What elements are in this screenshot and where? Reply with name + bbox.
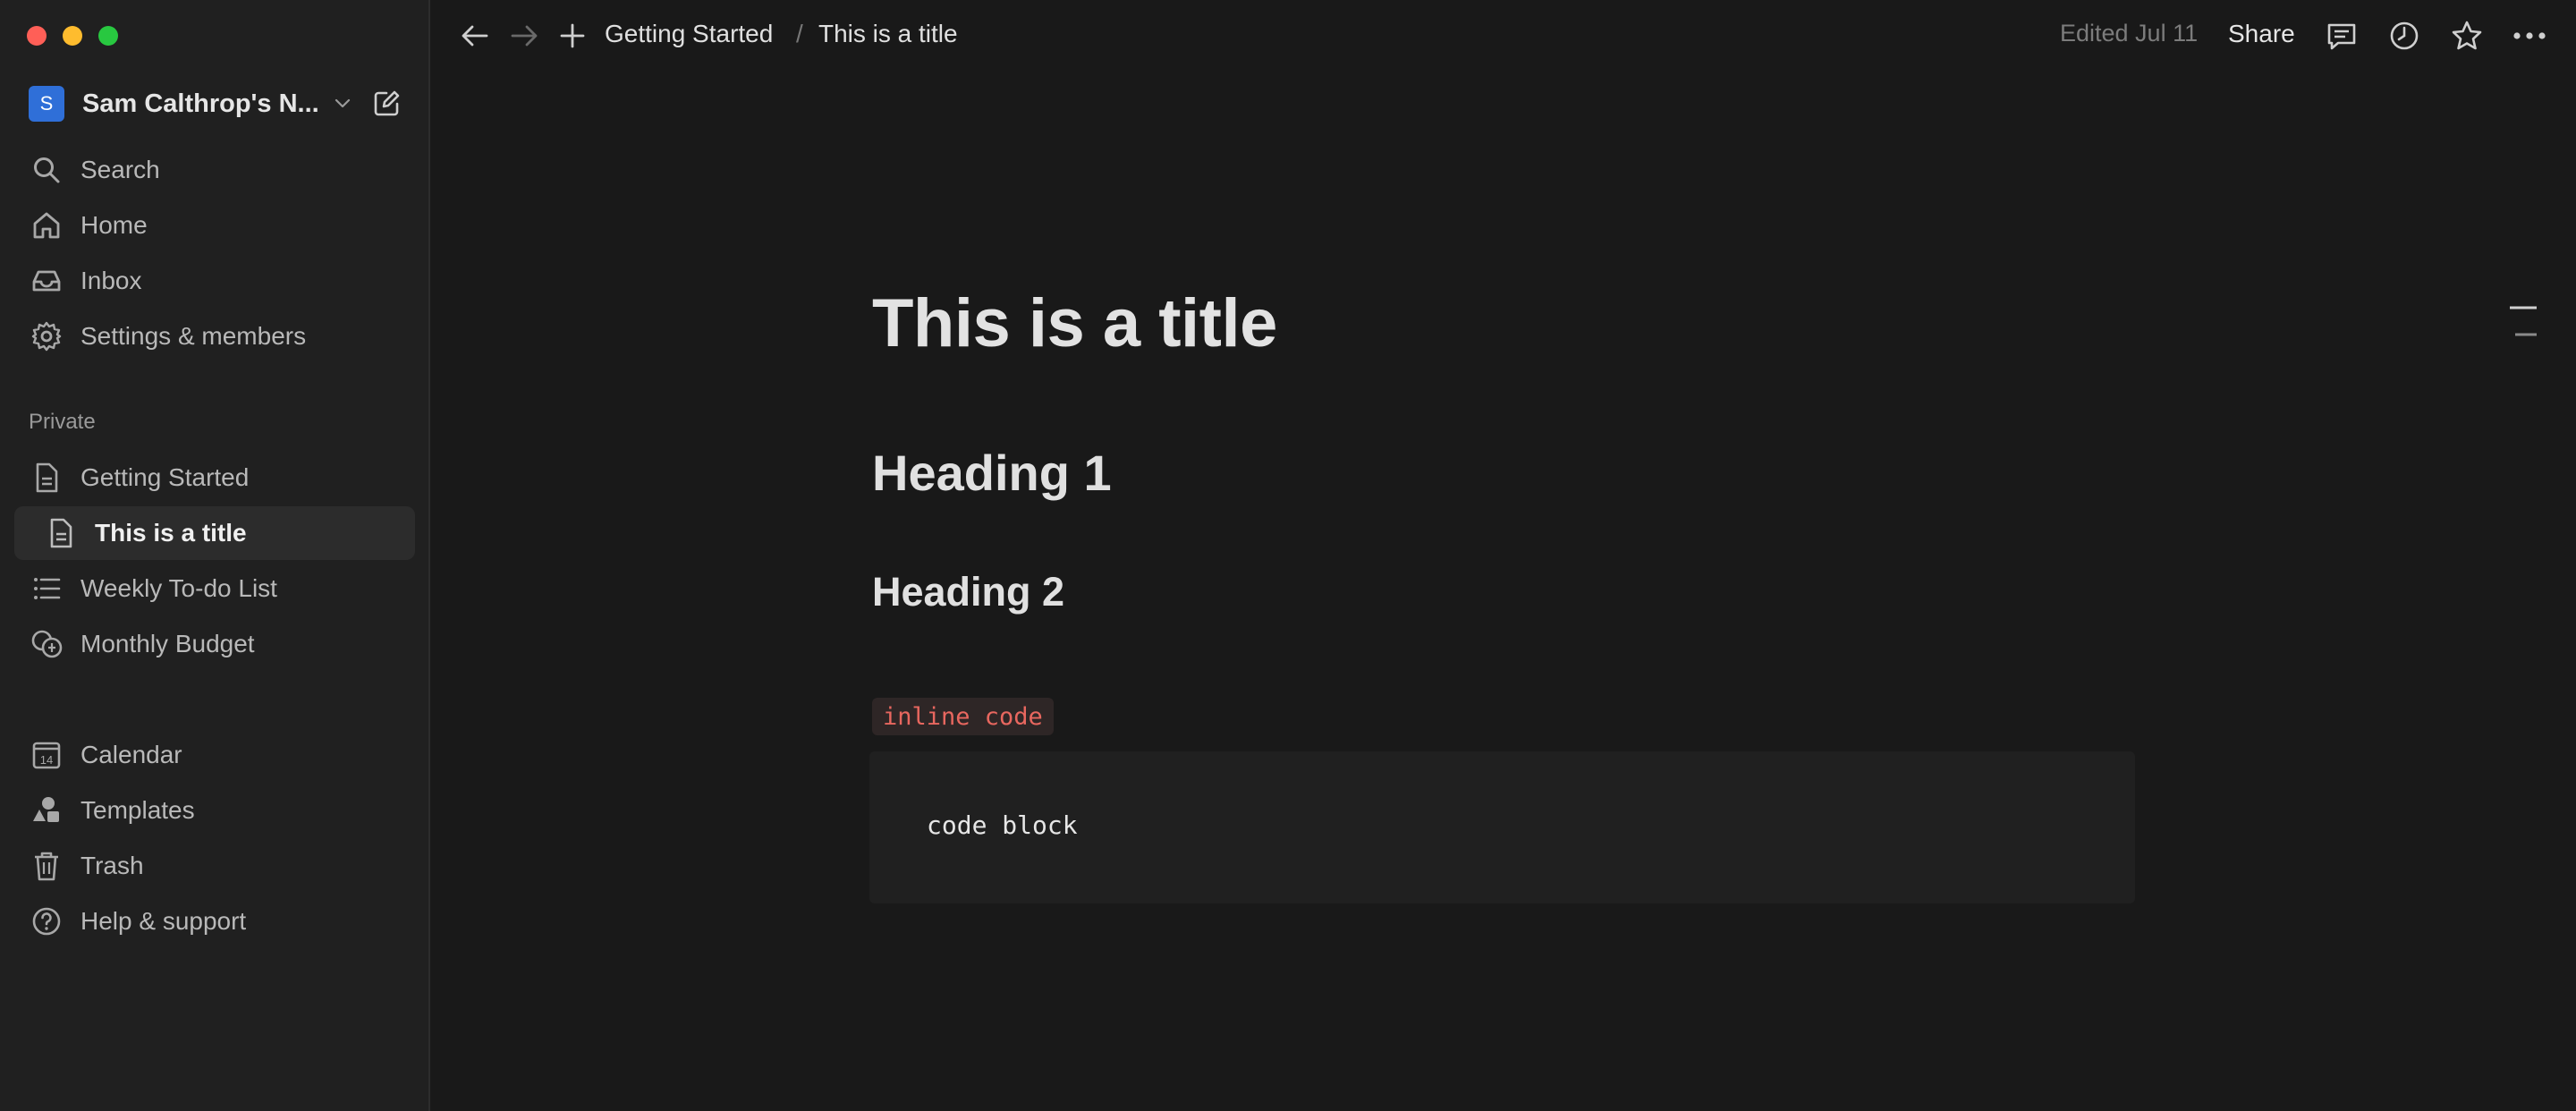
sidebar-item-settings[interactable]: Settings & members xyxy=(14,310,415,363)
table-of-contents-icon[interactable] xyxy=(2510,304,2537,340)
sidebar-item-help[interactable]: Help & support xyxy=(14,895,415,948)
star-icon[interactable] xyxy=(2449,18,2485,54)
plus-icon[interactable] xyxy=(555,18,590,54)
new-page-icon[interactable] xyxy=(369,86,404,122)
breadcrumb-separator: / xyxy=(796,20,803,47)
sidebar-item-search[interactable]: Search xyxy=(14,143,415,197)
code-block[interactable]: code block xyxy=(869,751,2135,903)
calendar-icon: 14 xyxy=(29,737,64,773)
clock-icon[interactable] xyxy=(2386,18,2422,54)
app-window: S Sam Calthrop's N... Search Home Inbox … xyxy=(0,0,2576,1111)
sidebar-item-inbox[interactable]: Inbox xyxy=(14,254,415,308)
sidebar-item-label: Home xyxy=(80,211,148,239)
topbar: Getting Started / This is a title Edited… xyxy=(430,0,2576,72)
calendar-day-label: 14 xyxy=(40,753,53,767)
more-options-icon[interactable] xyxy=(2512,18,2547,54)
sidebar-item-getting-started[interactable]: Getting Started xyxy=(14,451,415,505)
sidebar-item-label: Search xyxy=(80,156,160,183)
workspace-switcher[interactable]: S Sam Calthrop's N... xyxy=(29,86,404,122)
sidebar-item-weekly-todo[interactable]: Weekly To-do List xyxy=(14,562,415,615)
sidebar-item-label: Inbox xyxy=(80,267,142,294)
edited-timestamp: Edited Jul 11 xyxy=(2060,20,2199,47)
window-controls xyxy=(27,26,118,46)
breadcrumb-this-is-a-title[interactable]: This is a title xyxy=(818,20,958,48)
sidebar-item-home[interactable]: Home xyxy=(14,199,415,252)
chevron-down-icon[interactable] xyxy=(329,89,356,116)
inbox-icon xyxy=(29,263,64,299)
list-icon xyxy=(29,571,64,606)
sidebar-item-templates[interactable]: Templates xyxy=(14,784,415,837)
page-icon xyxy=(43,515,79,551)
inline-code[interactable]: inline code xyxy=(872,698,1054,735)
section-label-private: Private xyxy=(29,410,96,434)
search-icon xyxy=(29,152,64,188)
page-title[interactable]: This is a title xyxy=(872,284,1277,362)
help-icon xyxy=(29,903,64,939)
breadcrumb-getting-started[interactable]: Getting Started xyxy=(605,20,773,48)
home-icon xyxy=(29,208,64,243)
sidebar-item-calendar[interactable]: 14 Calendar xyxy=(14,728,415,782)
back-arrow-icon[interactable] xyxy=(457,18,493,54)
sidebar-item-label: Settings & members xyxy=(80,322,307,350)
sidebar-item-label: Help & support xyxy=(80,907,247,935)
sidebar-item-label: Calendar xyxy=(80,741,182,768)
gear-icon xyxy=(29,318,64,354)
sidebar-item-label: Trash xyxy=(80,852,144,879)
sidebar-item-label: Getting Started xyxy=(80,463,250,491)
coins-icon xyxy=(29,626,64,662)
forward-arrow-icon[interactable] xyxy=(506,18,542,54)
heading-1[interactable]: Heading 1 xyxy=(872,444,1112,502)
sidebar-item-label: Templates xyxy=(80,796,195,824)
sidebar-item-monthly-budget[interactable]: Monthly Budget xyxy=(14,617,415,671)
heading-2[interactable]: Heading 2 xyxy=(872,569,1064,615)
page-icon xyxy=(29,460,64,496)
workspace-name: Sam Calthrop's N... xyxy=(82,89,319,118)
sidebar-item-label: Weekly To-do List xyxy=(80,574,277,602)
trash-icon xyxy=(29,848,64,884)
zoom-window-button[interactable] xyxy=(98,26,118,46)
sidebar-item-label: Monthly Budget xyxy=(80,630,255,657)
sidebar: S Sam Calthrop's N... Search Home Inbox … xyxy=(0,0,430,1111)
shapes-icon xyxy=(29,793,64,828)
workspace-avatar: S xyxy=(29,86,64,122)
sidebar-item-this-is-a-title[interactable]: This is a title xyxy=(14,506,415,560)
minimize-window-button[interactable] xyxy=(63,26,82,46)
close-window-button[interactable] xyxy=(27,26,47,46)
sidebar-item-label: This is a title xyxy=(95,519,247,547)
sidebar-item-trash[interactable]: Trash xyxy=(14,839,415,893)
comment-icon[interactable] xyxy=(2324,18,2360,54)
code-block-text[interactable]: code block xyxy=(927,810,1078,840)
share-button[interactable]: Share xyxy=(2228,20,2295,48)
